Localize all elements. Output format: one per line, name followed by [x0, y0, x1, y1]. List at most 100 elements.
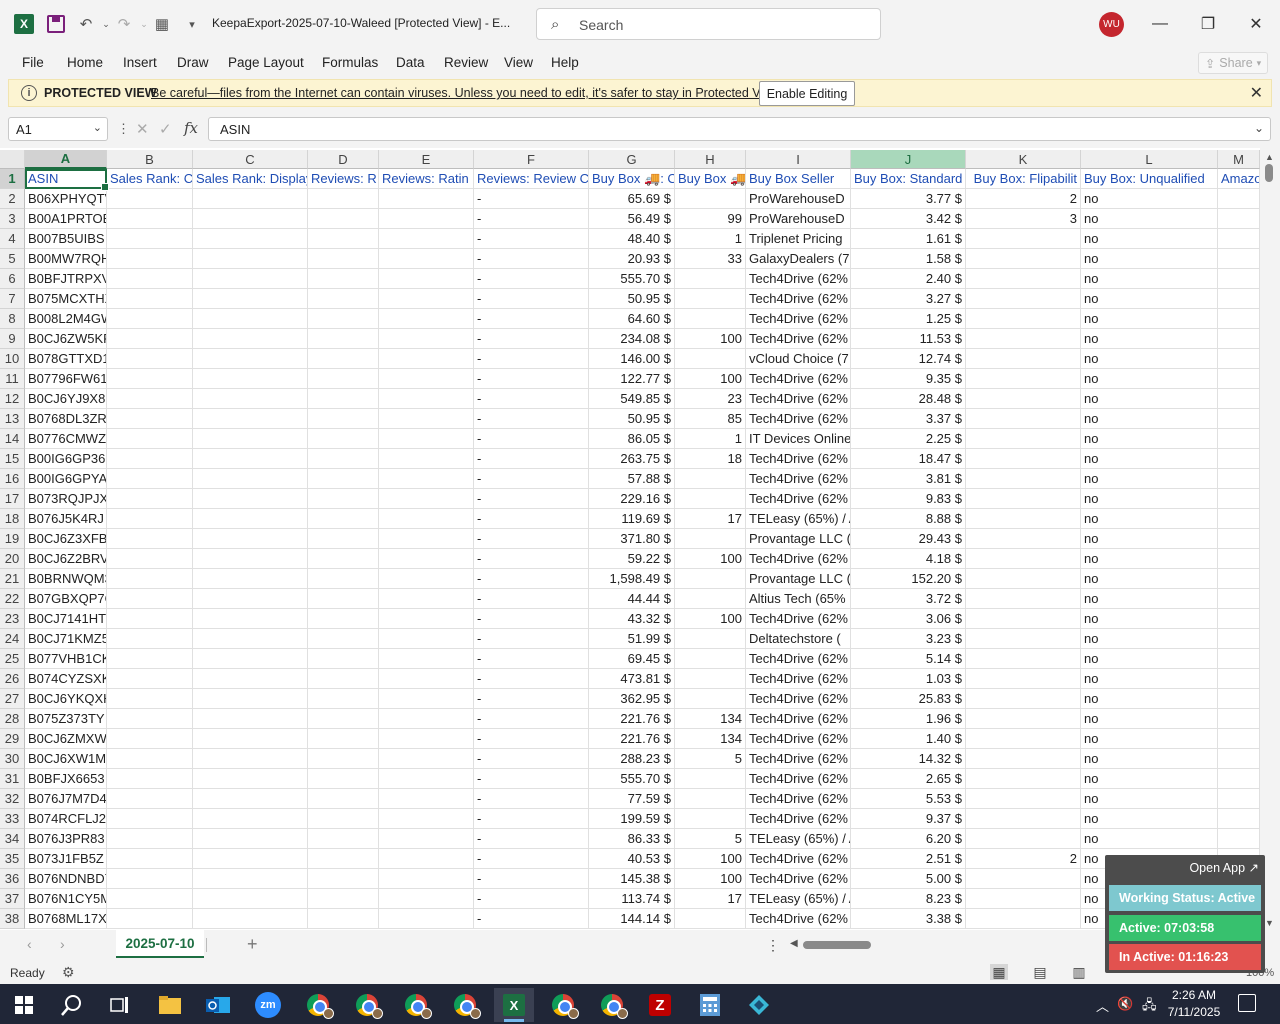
cell-a[interactable]: B076J3PR83 — [25, 829, 107, 849]
cell-c[interactable] — [193, 309, 308, 329]
cell-f[interactable]: - — [474, 669, 589, 689]
filezilla-icon[interactable]: Z — [640, 988, 680, 1022]
cell-d[interactable] — [308, 309, 379, 329]
cell-l[interactable]: no — [1081, 369, 1218, 389]
cell-j[interactable]: 2.40 $ — [851, 269, 966, 289]
cell-c[interactable] — [193, 809, 308, 829]
cell-h[interactable] — [675, 689, 746, 709]
cell-c[interactable] — [193, 609, 308, 629]
cell-j[interactable]: 11.53 $ — [851, 329, 966, 349]
cell-i[interactable]: Tech4Drive (62% — [746, 789, 851, 809]
cell-a[interactable]: B07796FW61 — [25, 369, 107, 389]
cell-g[interactable]: 59.22 $ — [589, 549, 675, 569]
cell-f[interactable]: - — [474, 349, 589, 369]
row-header[interactable]: 4 — [0, 229, 25, 249]
cell-h[interactable] — [675, 809, 746, 829]
row-header[interactable]: 9 — [0, 329, 25, 349]
cell-b[interactable] — [107, 569, 193, 589]
cell-i[interactable]: Tech4Drive (62% — [746, 549, 851, 569]
cell-b[interactable] — [107, 509, 193, 529]
cell-f[interactable]: - — [474, 249, 589, 269]
cell-i[interactable]: Tech4Drive (62% — [746, 649, 851, 669]
cell-i[interactable]: Tech4Drive (62% — [746, 769, 851, 789]
cell-h[interactable]: 33 — [675, 249, 746, 269]
cell-i[interactable]: Altius Tech (65% — [746, 589, 851, 609]
cell-j[interactable]: 9.35 $ — [851, 369, 966, 389]
cell-m[interactable] — [1218, 709, 1260, 729]
cell-g[interactable]: 221.76 $ — [589, 729, 675, 749]
cell-c[interactable] — [193, 389, 308, 409]
cell-c[interactable] — [193, 789, 308, 809]
expand-formula-icon[interactable]: ⌄ — [1254, 121, 1264, 135]
name-box[interactable]: A1 ⌄ — [8, 117, 108, 141]
cell-g[interactable]: 146.00 $ — [589, 349, 675, 369]
cell-l[interactable]: no — [1081, 809, 1218, 829]
cell-f[interactable]: - — [474, 409, 589, 429]
cell-e[interactable] — [379, 849, 474, 869]
chrome-icon[interactable] — [298, 988, 338, 1022]
cell-b[interactable] — [107, 529, 193, 549]
cell-h[interactable]: 18 — [675, 449, 746, 469]
enable-editing-button[interactable]: Enable Editing — [759, 81, 855, 106]
cell-c[interactable] — [193, 269, 308, 289]
cell-k[interactable] — [966, 909, 1081, 929]
chrome-profile-3-icon[interactable] — [396, 988, 436, 1022]
cell-g[interactable]: 371.80 $ — [589, 529, 675, 549]
cell-h[interactable]: 5 — [675, 749, 746, 769]
cell-g[interactable]: 288.23 $ — [589, 749, 675, 769]
cell-g[interactable]: 56.49 $ — [589, 209, 675, 229]
cell-e[interactable] — [379, 889, 474, 909]
cell-b[interactable] — [107, 249, 193, 269]
cell-c[interactable] — [193, 329, 308, 349]
insert-function-icon[interactable]: fx — [184, 119, 198, 137]
cell-i[interactable]: Tech4Drive (62% — [746, 309, 851, 329]
row-header[interactable]: 12 — [0, 389, 25, 409]
form-icon[interactable]: ▦ — [150, 12, 174, 36]
cell-a[interactable]: B00IG6GP36 — [25, 449, 107, 469]
cell-e[interactable] — [379, 909, 474, 929]
cell-j[interactable]: 3.42 $ — [851, 209, 966, 229]
cell-c[interactable] — [193, 189, 308, 209]
cell-d[interactable] — [308, 249, 379, 269]
cell-k[interactable] — [966, 329, 1081, 349]
cell-m[interactable] — [1218, 209, 1260, 229]
cell-f[interactable]: - — [474, 509, 589, 529]
tab-review[interactable]: Review — [444, 55, 488, 70]
cell-d[interactable] — [308, 889, 379, 909]
cell-k[interactable] — [966, 309, 1081, 329]
cell-g[interactable]: 48.40 $ — [589, 229, 675, 249]
cell-a[interactable]: B0CJ71KMZ5 — [25, 629, 107, 649]
chrome-profile-5-icon[interactable] — [543, 988, 583, 1022]
cell-d[interactable] — [308, 589, 379, 609]
tab-data[interactable]: Data — [396, 55, 425, 70]
cell-b[interactable] — [107, 229, 193, 249]
cell-g[interactable]: 50.95 $ — [589, 409, 675, 429]
chevron-down-icon[interactable]: ⌄ — [93, 121, 102, 134]
cell-h[interactable]: 100 — [675, 849, 746, 869]
cell-d[interactable] — [308, 509, 379, 529]
formula-input[interactable]: ASIN ⌄ — [208, 117, 1271, 141]
protected-view-message-link[interactable]: Be careful—files from the Internet can c… — [151, 86, 782, 100]
cell-d[interactable] — [308, 389, 379, 409]
cell-m[interactable] — [1218, 629, 1260, 649]
cell-a[interactable]: B077VHB1CK — [25, 649, 107, 669]
taskbar-search-icon[interactable] — [52, 988, 92, 1022]
cell-g[interactable]: 50.95 $ — [589, 289, 675, 309]
cell-f[interactable]: - — [474, 749, 589, 769]
enter-icon[interactable]: ✓ — [159, 120, 172, 138]
cell-d[interactable] — [308, 689, 379, 709]
cell-j[interactable]: 3.06 $ — [851, 609, 966, 629]
cell-g[interactable]: 199.59 $ — [589, 809, 675, 829]
cell-a[interactable]: B07GBXQP7G — [25, 589, 107, 609]
zoom-app-icon[interactable]: zm — [248, 988, 288, 1022]
cell-m[interactable] — [1218, 409, 1260, 429]
row-header[interactable]: 13 — [0, 409, 25, 429]
more-options-icon[interactable]: ⋮ — [117, 121, 130, 137]
cell-m[interactable] — [1218, 669, 1260, 689]
cell-f[interactable]: - — [474, 489, 589, 509]
cell-j[interactable]: 1.03 $ — [851, 669, 966, 689]
cell-k[interactable] — [966, 409, 1081, 429]
chrome-profile-4-icon[interactable] — [445, 988, 485, 1022]
cell-f[interactable]: - — [474, 729, 589, 749]
cell-j[interactable]: Buy Box: Standard — [851, 169, 966, 189]
